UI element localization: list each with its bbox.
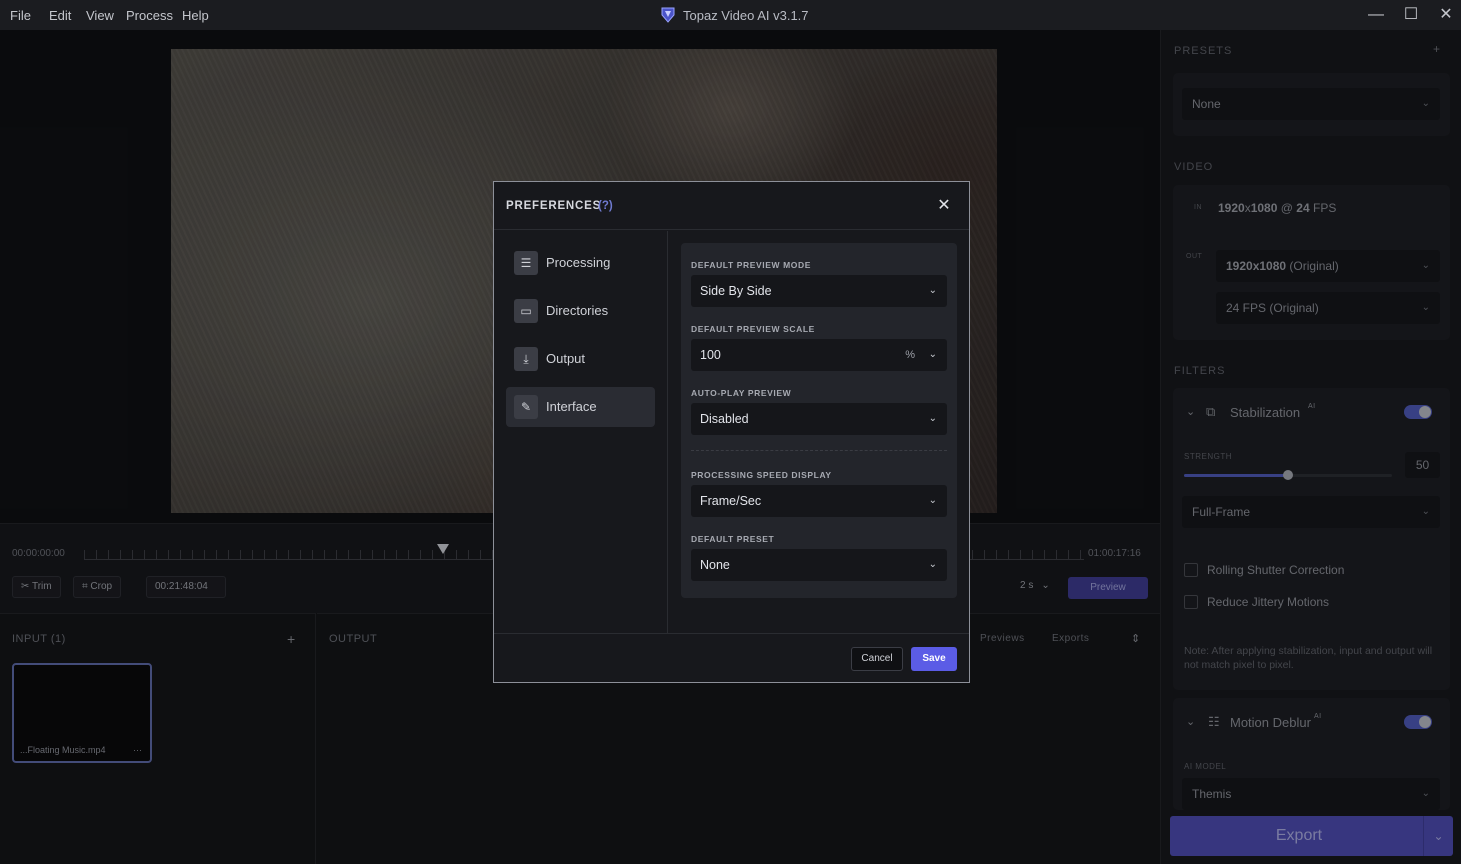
dialog-title: PREFERENCES [506, 200, 602, 212]
nav-item-output[interactable]: ⤓ Output [506, 339, 655, 379]
chevron-down-icon: ⌄ [928, 559, 937, 570]
nav-item-directories[interactable]: ▭ Directories [506, 291, 655, 331]
menu-view[interactable]: View [86, 8, 114, 23]
menu-process[interactable]: Process [126, 8, 173, 23]
divider [691, 450, 947, 451]
app-title: Topaz Video AI v3.1.7 [683, 8, 809, 23]
preview-scale-select[interactable]: 100 % ⌄ [691, 339, 947, 371]
preferences-dialog: PREFERENCES (?) ✕ ☰ Processing ▭ Directo… [493, 181, 970, 683]
help-link[interactable]: (?) [598, 200, 613, 212]
autoplay-select[interactable]: Disabled ⌄ [691, 403, 947, 435]
dialog-footer: Cancel Save [494, 633, 969, 682]
menu-help[interactable]: Help [182, 8, 209, 23]
autoplay-label: AUTO-PLAY PREVIEW [691, 388, 792, 398]
preview-mode-label: DEFAULT PREVIEW MODE [691, 260, 811, 270]
maximize-icon[interactable]: ☐ [1401, 5, 1421, 25]
percent-unit: % [905, 349, 915, 361]
default-preset-label: DEFAULT PRESET [691, 534, 775, 544]
chevron-down-icon: ⌄ [928, 413, 937, 424]
close-window-icon[interactable]: ✕ [1436, 5, 1456, 25]
preview-mode-select[interactable]: Side By Side ⌄ [691, 275, 947, 307]
sliders-icon: ☰ [514, 251, 538, 275]
chevron-down-icon: ⌄ [928, 495, 937, 506]
cancel-button[interactable]: Cancel [851, 647, 903, 671]
speed-display-label: PROCESSING SPEED DISPLAY [691, 470, 832, 480]
minimize-icon[interactable]: — [1366, 5, 1386, 25]
chevron-down-icon: ⌄ [928, 349, 937, 360]
preferences-nav: ☰ Processing ▭ Directories ⤓ Output ✎ In… [494, 231, 668, 633]
chevron-down-icon: ⌄ [928, 285, 937, 296]
save-button[interactable]: Save [911, 647, 957, 671]
dialog-header: PREFERENCES (?) ✕ [494, 182, 969, 230]
title-bar: File Edit View Process Help Topaz Video … [0, 0, 1461, 30]
download-icon: ⤓ [514, 347, 538, 371]
nav-item-processing[interactable]: ☰ Processing [506, 243, 655, 283]
interface-icon: ✎ [514, 395, 538, 419]
preview-scale-label: DEFAULT PREVIEW SCALE [691, 324, 815, 334]
interface-settings: DEFAULT PREVIEW MODE Side By Side ⌄ DEFAU… [681, 243, 957, 598]
default-preset-select[interactable]: None ⌄ [691, 549, 947, 581]
speed-display-select[interactable]: Frame/Sec ⌄ [691, 485, 947, 517]
topaz-logo-icon [661, 7, 675, 23]
menu-file[interactable]: File [10, 8, 31, 23]
folder-icon: ▭ [514, 299, 538, 323]
menu-edit[interactable]: Edit [49, 8, 71, 23]
close-icon[interactable]: ✕ [934, 196, 954, 216]
nav-item-interface[interactable]: ✎ Interface [506, 387, 655, 427]
